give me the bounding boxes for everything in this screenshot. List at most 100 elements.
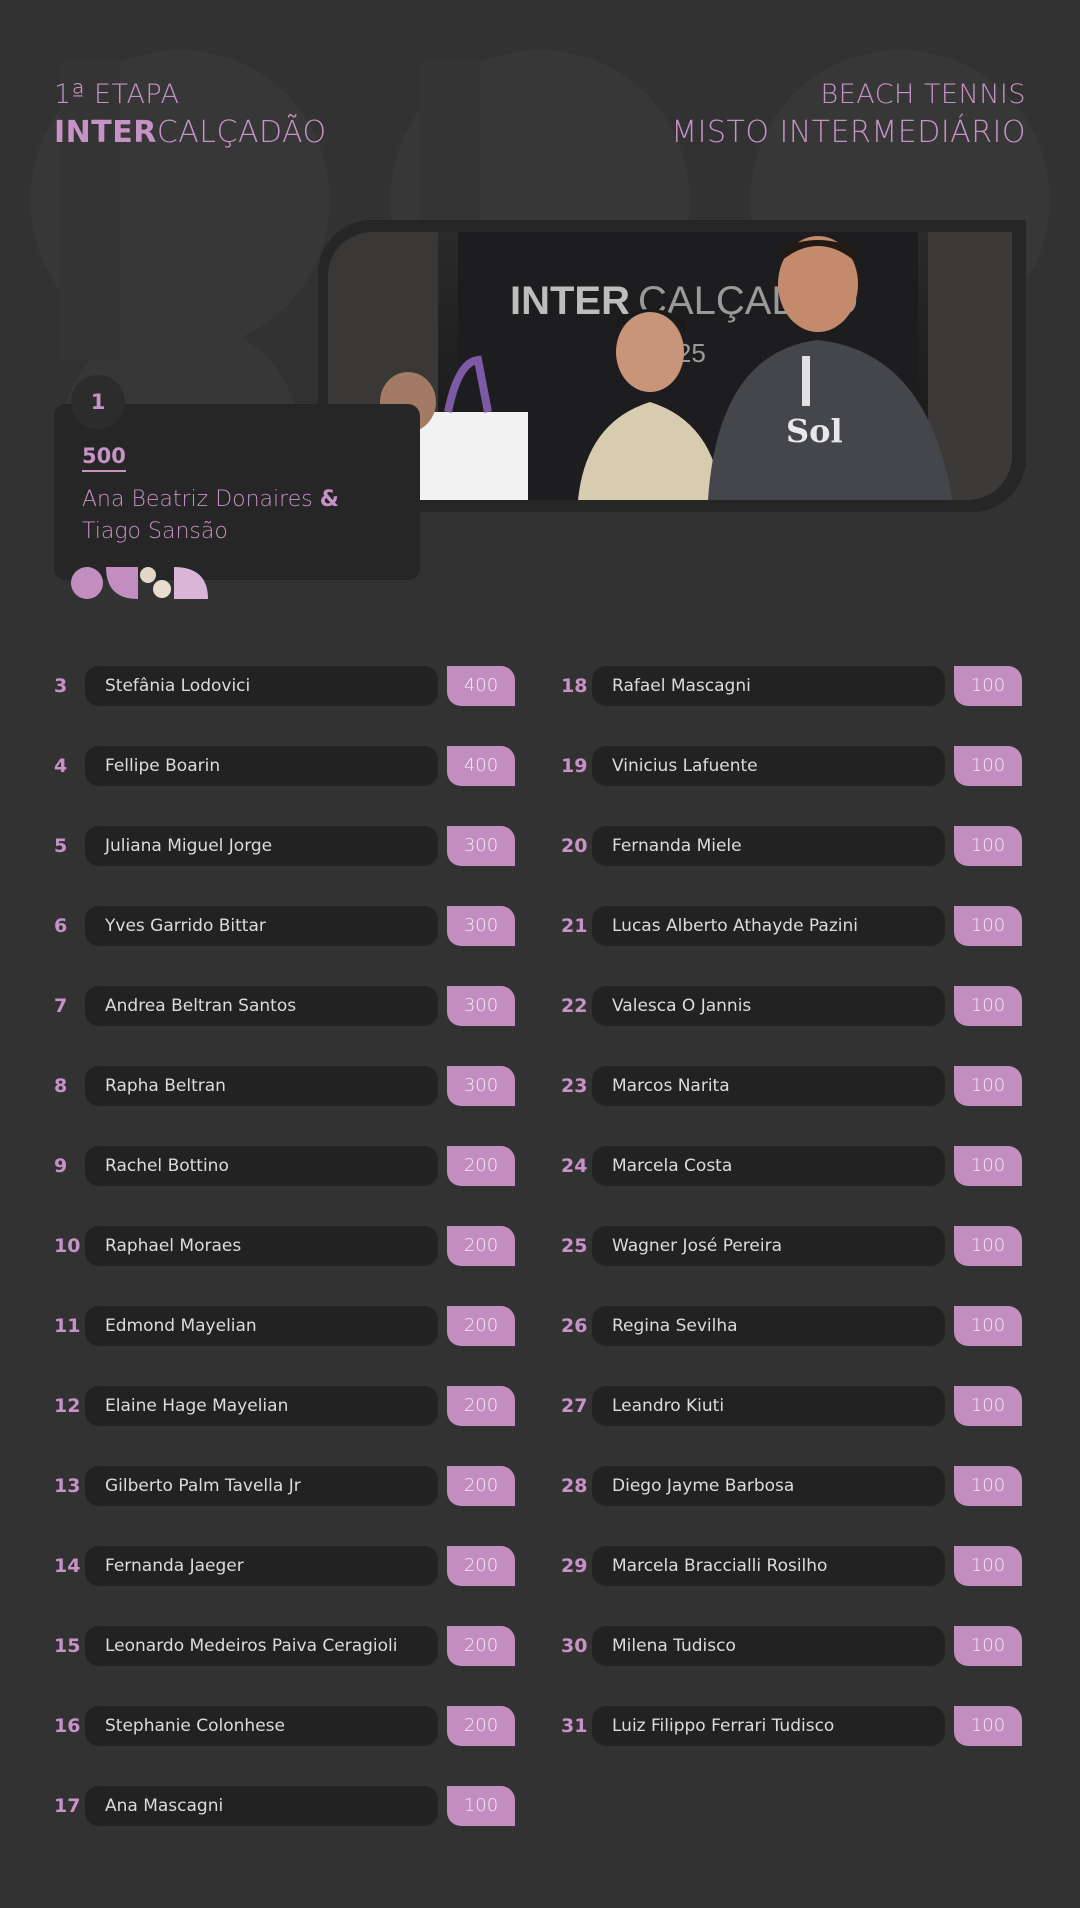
ranking-position: 24 — [561, 1155, 588, 1177]
ranking-position: 7 — [54, 995, 68, 1017]
points-badge: 200 — [447, 1146, 515, 1186]
player-name: Rafael Mascagni — [592, 666, 945, 706]
ranking-position: 18 — [561, 675, 588, 697]
points-badge: 100 — [954, 826, 1022, 866]
player-name: Stephanie Colonhese — [85, 1706, 438, 1746]
player-name: Diego Jayme Barbosa — [592, 1466, 945, 1506]
player-name: Andrea Beltran Santos — [85, 986, 438, 1026]
points-badge: 200 — [447, 1306, 515, 1346]
player-name: Fernanda Miele — [592, 826, 945, 866]
points-badge: 100 — [954, 1546, 1022, 1586]
points-badge: 100 — [954, 1466, 1022, 1506]
svg-text:Sol: Sol — [786, 412, 843, 450]
points-badge: 100 — [954, 1226, 1022, 1266]
points-badge: 400 — [447, 746, 515, 786]
ranking-position: 22 — [561, 995, 588, 1017]
player-name: Wagner José Pereira — [592, 1226, 945, 1266]
player-name: Vinicius Lafuente — [592, 746, 945, 786]
player-name: Elaine Hage Mayelian — [85, 1386, 438, 1426]
points-badge: 200 — [447, 1466, 515, 1506]
ranking-position: 9 — [54, 1155, 68, 1177]
ranking-position: 13 — [54, 1475, 81, 1497]
player-name: Raphael Moraes — [85, 1226, 438, 1266]
ranking-position: 4 — [54, 755, 68, 777]
winner-ampersand: & — [319, 487, 339, 512]
ranking-position: 8 — [54, 1075, 68, 1097]
points-badge: 200 — [447, 1226, 515, 1266]
ranking-position: 19 — [561, 755, 588, 777]
ranking-position: 17 — [54, 1795, 81, 1817]
winner-photo-frame: INTER CALÇADÃO 2025 Sol — [318, 220, 1026, 512]
ranking-position: 23 — [561, 1075, 588, 1097]
player-name: Milena Tudisco — [592, 1626, 945, 1666]
ranking-position: 15 — [54, 1635, 81, 1657]
ranking-position: 16 — [54, 1715, 81, 1737]
player-name: Valesca O Jannis — [592, 986, 945, 1026]
player-name: Rapha Beltran — [85, 1066, 438, 1106]
player-name: Luiz Filippo Ferrari Tudisco — [592, 1706, 945, 1746]
ranking-position: 5 — [54, 835, 68, 857]
winner-photo-illustration: INTER CALÇADÃO 2025 Sol — [328, 232, 1012, 500]
brand-name: INTERCALÇADÃO — [54, 115, 327, 150]
points-badge: 100 — [954, 746, 1022, 786]
points-badge: 400 — [447, 666, 515, 706]
sport-label: BEACH TENNIS — [820, 79, 1026, 110]
ranking-position: 26 — [561, 1315, 588, 1337]
points-badge: 100 — [954, 1626, 1022, 1666]
ranking-position: 25 — [561, 1235, 588, 1257]
winner-names: Ana Beatriz Donaires & Tiago Sansão — [82, 484, 402, 548]
player-name: Fernanda Jaeger — [85, 1546, 438, 1586]
ranking-position: 28 — [561, 1475, 588, 1497]
ranking-position: 3 — [54, 675, 68, 697]
ranking-position: 11 — [54, 1315, 81, 1337]
points-badge: 100 — [447, 1786, 515, 1826]
ranking-position: 12 — [54, 1395, 81, 1417]
player-name: Leonardo Medeiros Paiva Ceragioli — [85, 1626, 438, 1666]
svg-text:INTER: INTER — [510, 279, 630, 323]
ranking-position: 21 — [561, 915, 588, 937]
player-name: Lucas Alberto Athayde Pazini — [592, 906, 945, 946]
points-badge: 100 — [954, 986, 1022, 1026]
points-badge: 300 — [447, 1066, 515, 1106]
points-badge: 200 — [447, 1386, 515, 1426]
winner-name-1: Ana Beatriz Donaires — [82, 487, 313, 512]
player-name: Fellipe Boarin — [85, 746, 438, 786]
player-name: Edmond Mayelian — [85, 1306, 438, 1346]
player-name: Yves Garrido Bittar — [85, 906, 438, 946]
winner-name-2: Tiago Sansão — [82, 519, 228, 544]
player-name: Marcela Costa — [592, 1146, 945, 1186]
stage-label: 1ª ETAPA — [54, 79, 180, 110]
player-name: Regina Sevilha — [592, 1306, 945, 1346]
player-name: Stefânia Lodovici — [85, 666, 438, 706]
ranking-position: 20 — [561, 835, 588, 857]
points-badge: 100 — [954, 1066, 1022, 1106]
points-badge: 300 — [447, 986, 515, 1026]
winner-photo: INTER CALÇADÃO 2025 Sol — [328, 232, 1012, 500]
points-badge: 100 — [954, 1386, 1022, 1426]
ranking-position: 6 — [54, 915, 68, 937]
ranking-position: 10 — [54, 1235, 81, 1257]
points-badge: 300 — [447, 906, 515, 946]
points-badge: 100 — [954, 1306, 1022, 1346]
points-badge: 100 — [954, 1146, 1022, 1186]
decorative-shapes — [71, 567, 208, 599]
points-badge: 100 — [954, 1706, 1022, 1746]
category-title: BEACH TENNIS MISTO INTERMEDIÁRIO — [671, 76, 1026, 152]
points-badge: 200 — [447, 1546, 515, 1586]
player-name: Leandro Kiuti — [592, 1386, 945, 1426]
ranking-position: 31 — [561, 1715, 588, 1737]
points-badge: 100 — [954, 906, 1022, 946]
ranking-position: 30 — [561, 1635, 588, 1657]
category-label: MISTO INTERMEDIÁRIO — [671, 115, 1026, 150]
player-name: Marcela Braccialli Rosilho — [592, 1546, 945, 1586]
event-title: 1ª ETAPA INTERCALÇADÃO — [54, 76, 327, 152]
ranking-position: 27 — [561, 1395, 588, 1417]
player-name: Gilberto Palm Tavella Jr — [85, 1466, 438, 1506]
ranking-position: 29 — [561, 1555, 588, 1577]
points-badge: 100 — [954, 666, 1022, 706]
player-name: Rachel Bottino — [85, 1146, 438, 1186]
player-name: Juliana Miguel Jorge — [85, 826, 438, 866]
winner-points: 500 — [82, 444, 126, 472]
points-badge: 200 — [447, 1706, 515, 1746]
player-name: Ana Mascagni — [85, 1786, 438, 1826]
